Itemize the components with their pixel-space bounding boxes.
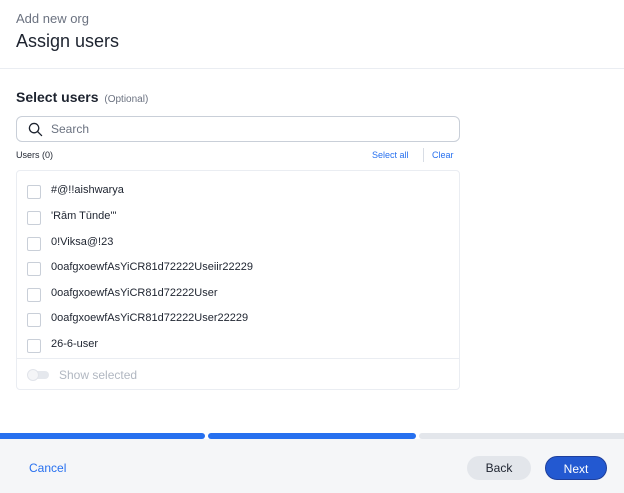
search-box[interactable] bbox=[16, 116, 460, 142]
user-checkbox[interactable] bbox=[27, 288, 41, 302]
link-divider bbox=[423, 148, 424, 162]
user-checkbox[interactable] bbox=[27, 237, 41, 251]
user-name: 0oafgxoewfAsYiCR81d72222User bbox=[51, 287, 218, 299]
cancel-button[interactable]: Cancel bbox=[29, 461, 66, 475]
user-checkbox[interactable] bbox=[27, 339, 41, 353]
select-users-label: Select users bbox=[16, 89, 99, 105]
user-checkbox[interactable] bbox=[27, 211, 41, 225]
list-item[interactable]: 0oafgxoewfAsYiCR81d72222Useiir22229 bbox=[17, 252, 459, 278]
select-all-link[interactable]: Select all bbox=[372, 150, 409, 160]
dialog-header: Add new org Assign users bbox=[0, 0, 624, 69]
optional-tag: (Optional) bbox=[104, 94, 149, 105]
dialog-footer: Cancel Back Next bbox=[0, 439, 624, 493]
users-count: Users (0) bbox=[16, 150, 54, 160]
show-selected-label: Show selected bbox=[59, 368, 138, 382]
toggle-knob bbox=[27, 369, 39, 381]
dialog-eyebrow: Add new org bbox=[16, 11, 89, 26]
show-selected-row: Show selected bbox=[17, 358, 459, 390]
select-users-heading: Select users (Optional) bbox=[16, 89, 148, 105]
user-checkbox[interactable] bbox=[27, 185, 41, 199]
list-item[interactable]: #@!!aishwarya bbox=[17, 175, 459, 201]
search-icon bbox=[28, 122, 43, 137]
list-item[interactable]: 0oafgxoewfAsYiCR81d72222User22229 bbox=[17, 303, 459, 329]
user-checkbox[interactable] bbox=[27, 262, 41, 276]
list-item[interactable]: 0!Viksa@!23 bbox=[17, 227, 459, 253]
page-title: Assign users bbox=[16, 31, 120, 51]
user-name: 0oafgxoewfAsYiCR81d72222Useiir22229 bbox=[51, 261, 254, 273]
user-checkbox[interactable] bbox=[27, 313, 41, 327]
clear-link[interactable]: Clear bbox=[432, 150, 454, 160]
user-name: #@!!aishwarya bbox=[51, 184, 124, 196]
user-list: #@!!aishwarya 'Rām Tūnde'" 0!Viksa@!23 0… bbox=[16, 170, 460, 390]
user-name: 'Rām Tūnde'" bbox=[51, 210, 117, 222]
next-button[interactable]: Next bbox=[545, 456, 607, 480]
list-item[interactable]: 'Rām Tūnde'" bbox=[17, 201, 459, 227]
show-selected-toggle[interactable] bbox=[27, 369, 49, 381]
back-button[interactable]: Back bbox=[467, 456, 531, 480]
user-name: 0oafgxoewfAsYiCR81d72222User22229 bbox=[51, 312, 249, 324]
list-item[interactable]: 26-6-user bbox=[17, 329, 459, 355]
user-name: 0!Viksa@!23 bbox=[51, 236, 114, 248]
user-name: 26-6-user bbox=[51, 338, 99, 350]
list-item[interactable]: 0oafgxoewfAsYiCR81d72222User bbox=[17, 278, 459, 304]
search-input[interactable] bbox=[51, 120, 451, 138]
